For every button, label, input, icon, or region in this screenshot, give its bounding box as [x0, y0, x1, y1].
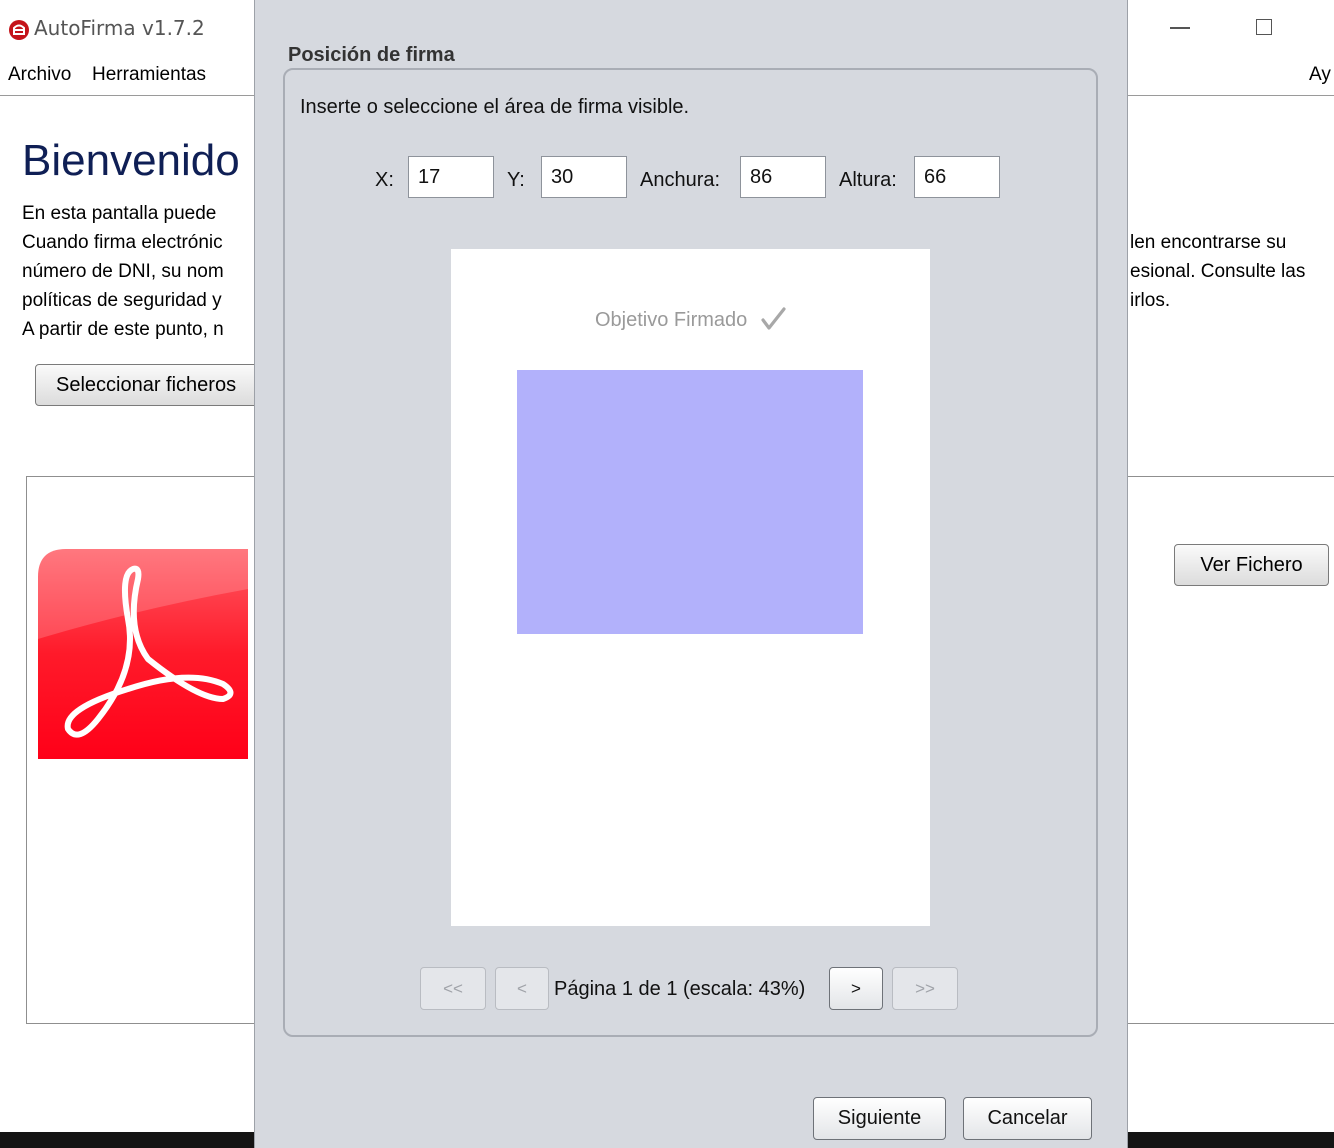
dialog-heading: Posición de firma [288, 44, 455, 66]
intro-text-line: En esta pantalla puede [22, 203, 217, 224]
intro-text-line: número de DNI, su nom [22, 261, 224, 282]
taskbar [1128, 1132, 1334, 1148]
signature-area[interactable] [517, 370, 863, 634]
height-label: Altura: [839, 169, 897, 191]
maximize-icon[interactable] [1256, 19, 1272, 35]
welcome-title: Bienvenido [22, 136, 240, 185]
intro-text-line: irlos. [1130, 290, 1171, 311]
view-file-button[interactable]: Ver Fichero [1174, 544, 1329, 586]
cancel-button[interactable]: Cancelar [963, 1097, 1092, 1140]
taskbar [0, 1132, 255, 1148]
width-label: Anchura: [640, 169, 721, 191]
next-page-button[interactable]: > [829, 967, 883, 1010]
window-title: AutoFirma v1.7.2 [34, 16, 205, 40]
page-info: Página 1 de 1 (escala: 43%) [554, 978, 806, 1000]
minimize-icon[interactable] [1170, 27, 1190, 29]
x-label: X: [375, 169, 394, 191]
menu-ayuda[interactable]: Ay [1309, 64, 1331, 86]
intro-text-line: len encontrarse su [1130, 232, 1287, 253]
prev-page-button[interactable]: < [495, 967, 549, 1010]
autofirma-logo-icon [9, 20, 29, 40]
height-input[interactable] [914, 156, 1000, 198]
view-file-label: Ver Fichero [1200, 553, 1303, 576]
menu-herramientas[interactable]: Herramientas [92, 64, 206, 86]
y-input[interactable] [541, 156, 627, 198]
pdf-file-icon [38, 549, 248, 759]
checkmark-icon [761, 307, 786, 330]
intro-text-line: A partir de este punto, n [22, 319, 224, 340]
y-label: Y: [507, 169, 525, 191]
first-page-button[interactable]: << [420, 967, 486, 1010]
intro-text-line: políticas de seguridad y [22, 290, 222, 311]
last-page-button[interactable]: >> [892, 967, 958, 1010]
intro-text-line: Cuando firma electrónic [22, 232, 223, 253]
menu-archivo[interactable]: Archivo [8, 64, 71, 86]
dialog-instruction: Inserte o seleccione el área de firma vi… [300, 96, 690, 118]
intro-text-line: esional. Consulte las [1130, 261, 1306, 282]
select-files-button[interactable]: Seleccionar ficheros [35, 364, 275, 406]
next-button[interactable]: Siguiente [813, 1097, 946, 1140]
page-preview-text: Objetivo Firmado [595, 309, 748, 331]
width-input[interactable] [740, 156, 826, 198]
x-input[interactable] [408, 156, 494, 198]
